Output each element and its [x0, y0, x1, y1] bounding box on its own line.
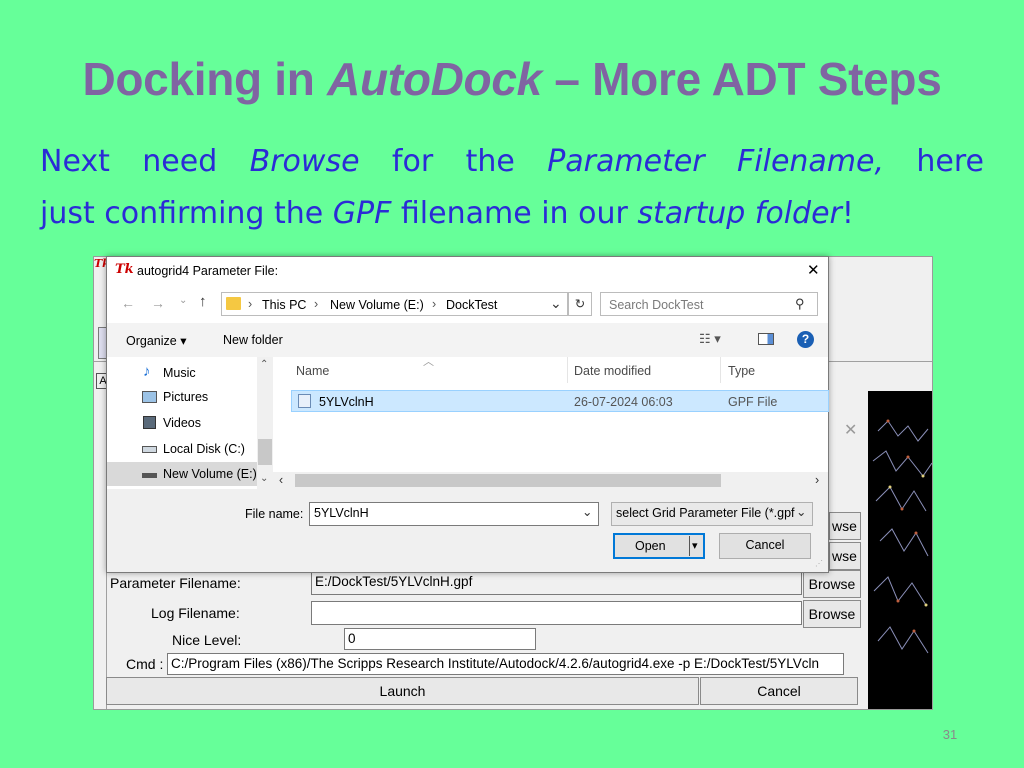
new-folder-button[interactable]: New folder: [223, 333, 283, 347]
forward-arrow-icon[interactable]: →: [151, 295, 165, 311]
hscroll-thumb[interactable]: [295, 474, 721, 487]
dialog-title: autogrid4 Parameter File:: [137, 264, 279, 278]
body-line-1: Next need Browse for the Parameter Filen…: [40, 144, 985, 179]
nav-item-new-volume[interactable]: New Volume (E:): [107, 462, 257, 486]
slide-number: 31: [942, 727, 958, 742]
back-arrow-icon[interactable]: ←: [121, 295, 135, 311]
chevron-down-icon[interactable]: ⌄: [796, 504, 806, 519]
dialog-bottom-bar: File name: 5YLVclnH ⌄ select Grid Parame…: [107, 489, 828, 572]
column-divider: [567, 357, 568, 383]
slide-body-text: Next need Browse for the Parameter Filen…: [40, 136, 984, 240]
open-button[interactable]: Open ▾: [613, 533, 705, 559]
search-input[interactable]: Search DockTest ⚲: [600, 292, 818, 316]
chevron-down-icon[interactable]: ⌄: [550, 295, 562, 312]
open-label: Open: [635, 539, 666, 553]
nav-item-label: Pictures: [163, 390, 209, 404]
help-icon[interactable]: ?: [797, 331, 814, 348]
log-browse-button[interactable]: Browse: [803, 600, 861, 628]
nav-item-label: Music: [163, 366, 196, 380]
command-bar: Organize ▾ New folder ☷ ▾ ?: [107, 323, 828, 357]
filename-value: 5YLVclnH: [314, 506, 369, 520]
drive-icon: [142, 446, 157, 453]
nav-item-label: Videos: [163, 416, 201, 430]
refresh-icon[interactable]: ↻: [568, 292, 592, 316]
up-arrow-icon[interactable]: ↑: [199, 293, 207, 310]
column-date-header[interactable]: Date modified: [574, 364, 651, 378]
file-open-dialog: Tk autogrid4 Parameter File: ✕ ← → ⌄ ↑ ›…: [106, 256, 829, 573]
browse-button-2[interactable]: wse: [829, 542, 861, 570]
folder-icon: [226, 297, 241, 310]
filename-input[interactable]: 5YLVclnH ⌄: [309, 502, 599, 526]
chevron-down-icon[interactable]: ⌄: [582, 504, 592, 519]
recent-chevron-icon[interactable]: ⌄: [179, 295, 187, 306]
column-type-header[interactable]: Type: [728, 364, 755, 378]
slide-title: Docking in AutoDock – More ADT Steps: [82, 53, 942, 105]
nav-scrollbar[interactable]: ⌃ ⌄: [257, 357, 273, 489]
organize-button[interactable]: Organize ▾: [126, 333, 186, 348]
molecule-render-icon: [872, 419, 932, 654]
log-filename-field[interactable]: [311, 601, 802, 625]
filename-label: File name:: [245, 507, 304, 521]
cancel-button[interactable]: Cancel: [719, 533, 811, 559]
dropdown-arrow-icon[interactable]: ▾: [692, 535, 698, 557]
file-type-filter[interactable]: select Grid Parameter File (*.gpf ⌄: [611, 502, 813, 526]
param-filename-field[interactable]: E:/DockTest/5YLVclnH.gpf: [311, 571, 802, 595]
sort-up-icon: ︿: [423, 356, 434, 368]
breadcrumb-docktest[interactable]: DockTest: [446, 298, 497, 312]
column-name-header[interactable]: Name: [296, 364, 329, 378]
scroll-right-icon[interactable]: ›: [815, 473, 819, 487]
address-bar[interactable]: › This PC › New Volume (E:) › DockTest ⌄: [221, 292, 568, 316]
scroll-left-icon[interactable]: ‹: [279, 473, 283, 487]
resize-grip-icon[interactable]: ⋰: [815, 559, 823, 568]
nav-item-label: Local Disk (C:): [163, 442, 245, 456]
scroll-down-icon[interactable]: ⌄: [260, 473, 268, 484]
filter-value: select Grid Parameter File (*.gpf: [616, 506, 795, 520]
file-name-cell: 5YLVclnH: [319, 395, 374, 409]
file-type-cell: GPF File: [728, 395, 778, 409]
nav-item-pictures[interactable]: Pictures: [107, 386, 257, 410]
nav-item-local-disk[interactable]: Local Disk (C:): [107, 437, 257, 461]
close-icon[interactable]: ✕: [807, 261, 820, 279]
molecule-viewer: [868, 391, 932, 709]
nice-level-field[interactable]: 0: [344, 628, 536, 650]
chevron-right-icon: ›: [432, 297, 437, 311]
split-divider: [689, 536, 690, 556]
file-date-cell: 26-07-2024 06:03: [574, 395, 673, 409]
log-filename-label: Log Filename:: [151, 605, 240, 621]
nice-level-label: Nice Level:: [172, 632, 242, 648]
preview-pane-icon[interactable]: [758, 333, 774, 345]
tk-logo-icon: Tk: [115, 262, 134, 277]
chevron-right-icon: ›: [248, 297, 253, 311]
pictures-icon: [142, 391, 157, 403]
cmd-label: Cmd :: [126, 656, 164, 672]
param-filename-label: Parameter Filename:: [110, 575, 241, 591]
launch-button[interactable]: Launch: [106, 677, 699, 705]
search-placeholder: Search DockTest: [609, 298, 704, 312]
cmd-field[interactable]: C:/Program Files (x86)/The Scripps Resea…: [167, 653, 844, 675]
browse-button-1[interactable]: wse: [829, 512, 861, 540]
nav-item-music[interactable]: ♪ Music: [107, 361, 257, 385]
tk-cancel-button[interactable]: Cancel: [700, 677, 858, 705]
navigation-pane: ♪ Music Pictures Videos Local Disk (C:) …: [107, 357, 273, 489]
tk-close-icon[interactable]: ✕: [844, 420, 857, 440]
chevron-right-icon: ›: [314, 297, 319, 311]
view-options-icon[interactable]: ☷ ▾: [699, 331, 721, 347]
file-row[interactable]: 5YLVclnH 26-07-2024 06:03 GPF File: [291, 390, 829, 412]
scroll-up-icon[interactable]: ⌃: [260, 359, 268, 370]
search-icon: ⚲: [795, 296, 805, 311]
file-icon: [298, 394, 311, 408]
drive-icon: [142, 473, 157, 478]
breadcrumb-new-volume[interactable]: New Volume (E:): [330, 298, 424, 312]
param-browse-button[interactable]: Browse: [803, 570, 861, 598]
nav-item-label: New Volume (E:): [163, 467, 257, 481]
videos-icon: [143, 416, 156, 429]
nav-item-videos[interactable]: Videos: [107, 411, 257, 435]
body-line-2: just confirming the GPF filename in our …: [40, 196, 854, 231]
column-divider: [720, 357, 721, 383]
music-icon: ♪: [143, 363, 151, 380]
breadcrumb-this-pc[interactable]: This PC: [262, 298, 306, 312]
file-list-hscrollbar[interactable]: ‹ ›: [273, 472, 828, 489]
nav-scroll-thumb[interactable]: [258, 439, 272, 465]
